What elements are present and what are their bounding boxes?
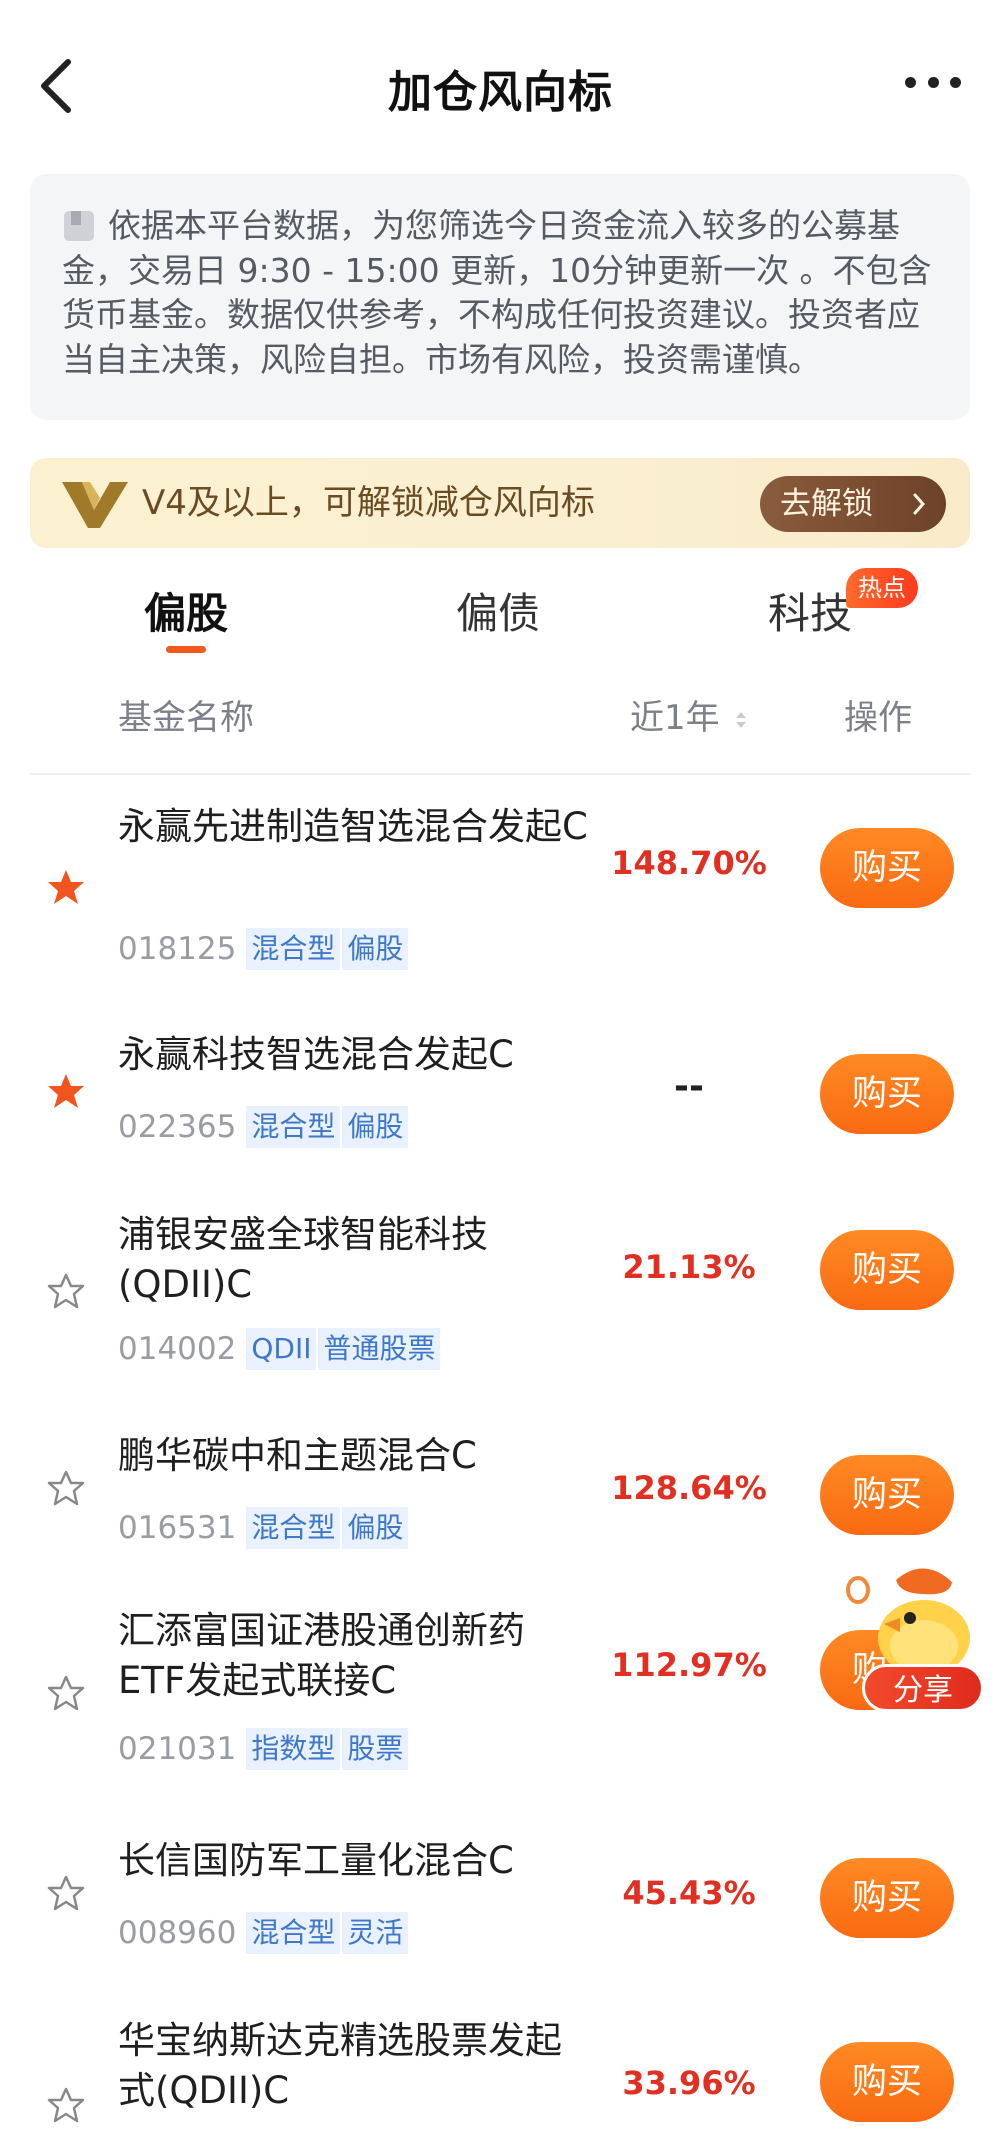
fund-code: 022365 xyxy=(118,1109,237,1145)
share-label: 分享 xyxy=(862,1664,984,1712)
fund-row[interactable]: 长信国防军工量化混合C 008960 混合型 灵活 45.43% 购买 xyxy=(0,1830,1001,1990)
one-year-return: 128.64% xyxy=(611,1469,767,1507)
table-header: 基金名称 近1年 操作 xyxy=(0,690,1001,760)
fund-row[interactable]: 永赢科技智选混合发起C 022365 混合型 偏股 -- 购买 xyxy=(0,1020,1001,1180)
star-outline-icon[interactable] xyxy=(46,2086,86,2124)
fund-type-tag: QDII xyxy=(246,1328,317,1370)
column-operation: 操作 xyxy=(844,698,912,738)
buy-button[interactable]: 购买 xyxy=(820,2042,954,2122)
star-outline-icon[interactable] xyxy=(46,1272,86,1310)
fund-meta: 022365 混合型 偏股 xyxy=(118,1106,409,1148)
fund-meta: 014002 QDII 普通股票 xyxy=(118,1328,441,1370)
fund-name: 永赢科技智选混合发起C xyxy=(118,1033,514,1076)
column-one-year-label: 近1年 xyxy=(630,698,720,738)
fund-type-tag: 混合型 xyxy=(246,1106,341,1148)
one-year-return: 112.97% xyxy=(611,1646,767,1684)
fund-code: 008960 xyxy=(118,1915,237,1951)
notice-text: 依据本平台数据，为您筛选今日资金流入较多的公募基金，交易日 9:30 - 15:… xyxy=(62,206,932,379)
fund-meta: 021031 指数型 股票 xyxy=(118,1728,409,1770)
buy-button[interactable]: 购买 xyxy=(820,1230,954,1310)
fund-name: 汇添富国证港股通创新药ETF发起式联接C xyxy=(118,1609,525,1702)
buy-button[interactable]: 购买 xyxy=(820,1858,954,1938)
chevron-right-icon xyxy=(913,493,926,515)
fund-style-tag: 普通股票 xyxy=(318,1328,441,1370)
unlock-button-label: 去解锁 xyxy=(780,486,873,522)
chick-mascot-icon xyxy=(846,1568,970,1676)
more-dot xyxy=(927,76,939,88)
fund-code: 021031 xyxy=(118,1731,237,1767)
one-year-return: 33.96% xyxy=(622,2064,756,2102)
fund-name: 浦银安盛全球智能科技(QDII)C xyxy=(118,1213,488,1306)
fund-type-tag: 混合型 xyxy=(246,928,341,970)
fund-type-tag: 混合型 xyxy=(246,1507,341,1549)
one-year-return: 45.43% xyxy=(622,1874,756,1912)
column-fund-name: 基金名称 xyxy=(118,698,254,738)
fund-meta: 016531 混合型 偏股 xyxy=(118,1507,409,1549)
more-button[interactable] xyxy=(905,72,961,92)
more-dot xyxy=(950,76,961,88)
fund-row[interactable]: 浦银安盛全球智能科技(QDII)C 014002 QDII 普通股票 21.13… xyxy=(0,1200,1001,1400)
star-filled-icon[interactable] xyxy=(46,868,86,906)
fund-meta: 008960 混合型 灵活 xyxy=(118,1912,409,1954)
one-year-return: -- xyxy=(674,1066,704,1107)
top-bar: 加仓风向标 xyxy=(0,0,1001,170)
fund-style-tag: 偏股 xyxy=(342,1507,409,1549)
fund-name: 永赢先进制造智选混合发起C xyxy=(118,805,588,848)
v-crown-logo xyxy=(62,482,128,528)
one-year-return: 148.70% xyxy=(611,844,767,882)
hot-badge: 热点 xyxy=(846,568,918,608)
star-filled-icon[interactable] xyxy=(46,1072,86,1110)
sort-icon xyxy=(736,712,747,728)
buy-button[interactable]: 购买 xyxy=(820,828,954,908)
fund-meta: 018125 混合型 偏股 xyxy=(118,928,409,970)
fund-type-tag: 指数型 xyxy=(246,1728,341,1770)
fund-style-tag: 偏股 xyxy=(342,928,409,970)
fund-style-tag: 偏股 xyxy=(342,1106,409,1148)
share-float-button[interactable]: 分享 xyxy=(840,1560,990,1720)
fund-name: 华宝纳斯达克精选股票发起式(QDII)C xyxy=(118,2019,562,2112)
fund-code: 014002 xyxy=(118,1331,237,1367)
tab-bond[interactable]: 偏债 xyxy=(408,580,588,641)
disclaimer-notice: 依据本平台数据，为您筛选今日资金流入较多的公募基金，交易日 9:30 - 15:… xyxy=(30,174,970,420)
fund-style-tag: 股票 xyxy=(342,1728,409,1770)
fund-code: 016531 xyxy=(118,1510,237,1546)
tab-equity[interactable]: 偏股 xyxy=(96,580,276,641)
column-one-year-sort[interactable]: 近1年 xyxy=(630,690,748,739)
buy-button[interactable]: 购买 xyxy=(820,1455,954,1535)
one-year-return: 21.13% xyxy=(622,1248,756,1286)
fund-code: 018125 xyxy=(118,931,237,967)
star-outline-icon[interactable] xyxy=(46,1674,86,1712)
fund-row[interactable]: 华宝纳斯达克精选股票发起式(QDII)C 33.96% 购买 xyxy=(0,2010,1001,2133)
buy-button[interactable]: 购买 xyxy=(820,1054,954,1134)
star-outline-icon[interactable] xyxy=(46,1874,86,1912)
header-divider xyxy=(30,773,971,775)
vip-banner-text: V4及以上，可解锁减仓风向标 xyxy=(142,483,595,523)
vip-unlock-banner[interactable]: V4及以上，可解锁减仓风向标 去解锁 xyxy=(30,458,970,548)
star-outline-icon[interactable] xyxy=(46,1469,86,1507)
fund-name: 长信国防军工量化混合C xyxy=(118,1839,514,1882)
unlock-button[interactable]: 去解锁 xyxy=(760,476,946,532)
fund-name: 鹏华碳中和主题混合C xyxy=(118,1434,477,1477)
fund-type-tag: 混合型 xyxy=(246,1912,341,1954)
fund-row[interactable]: 永赢先进制造智选混合发起C 018125 混合型 偏股 148.70% 购买 xyxy=(0,790,1001,990)
page-title: 加仓风向标 xyxy=(388,67,613,118)
page: { "header": { "title": "加仓风向标", "back_ic… xyxy=(0,0,1001,2133)
category-tabs: 偏股 偏债 科技 热点 xyxy=(0,568,1001,660)
document-icon xyxy=(64,211,94,241)
fund-style-tag: 灵活 xyxy=(342,1912,409,1954)
more-dots-icon xyxy=(905,76,916,88)
active-tab-indicator xyxy=(166,646,206,653)
